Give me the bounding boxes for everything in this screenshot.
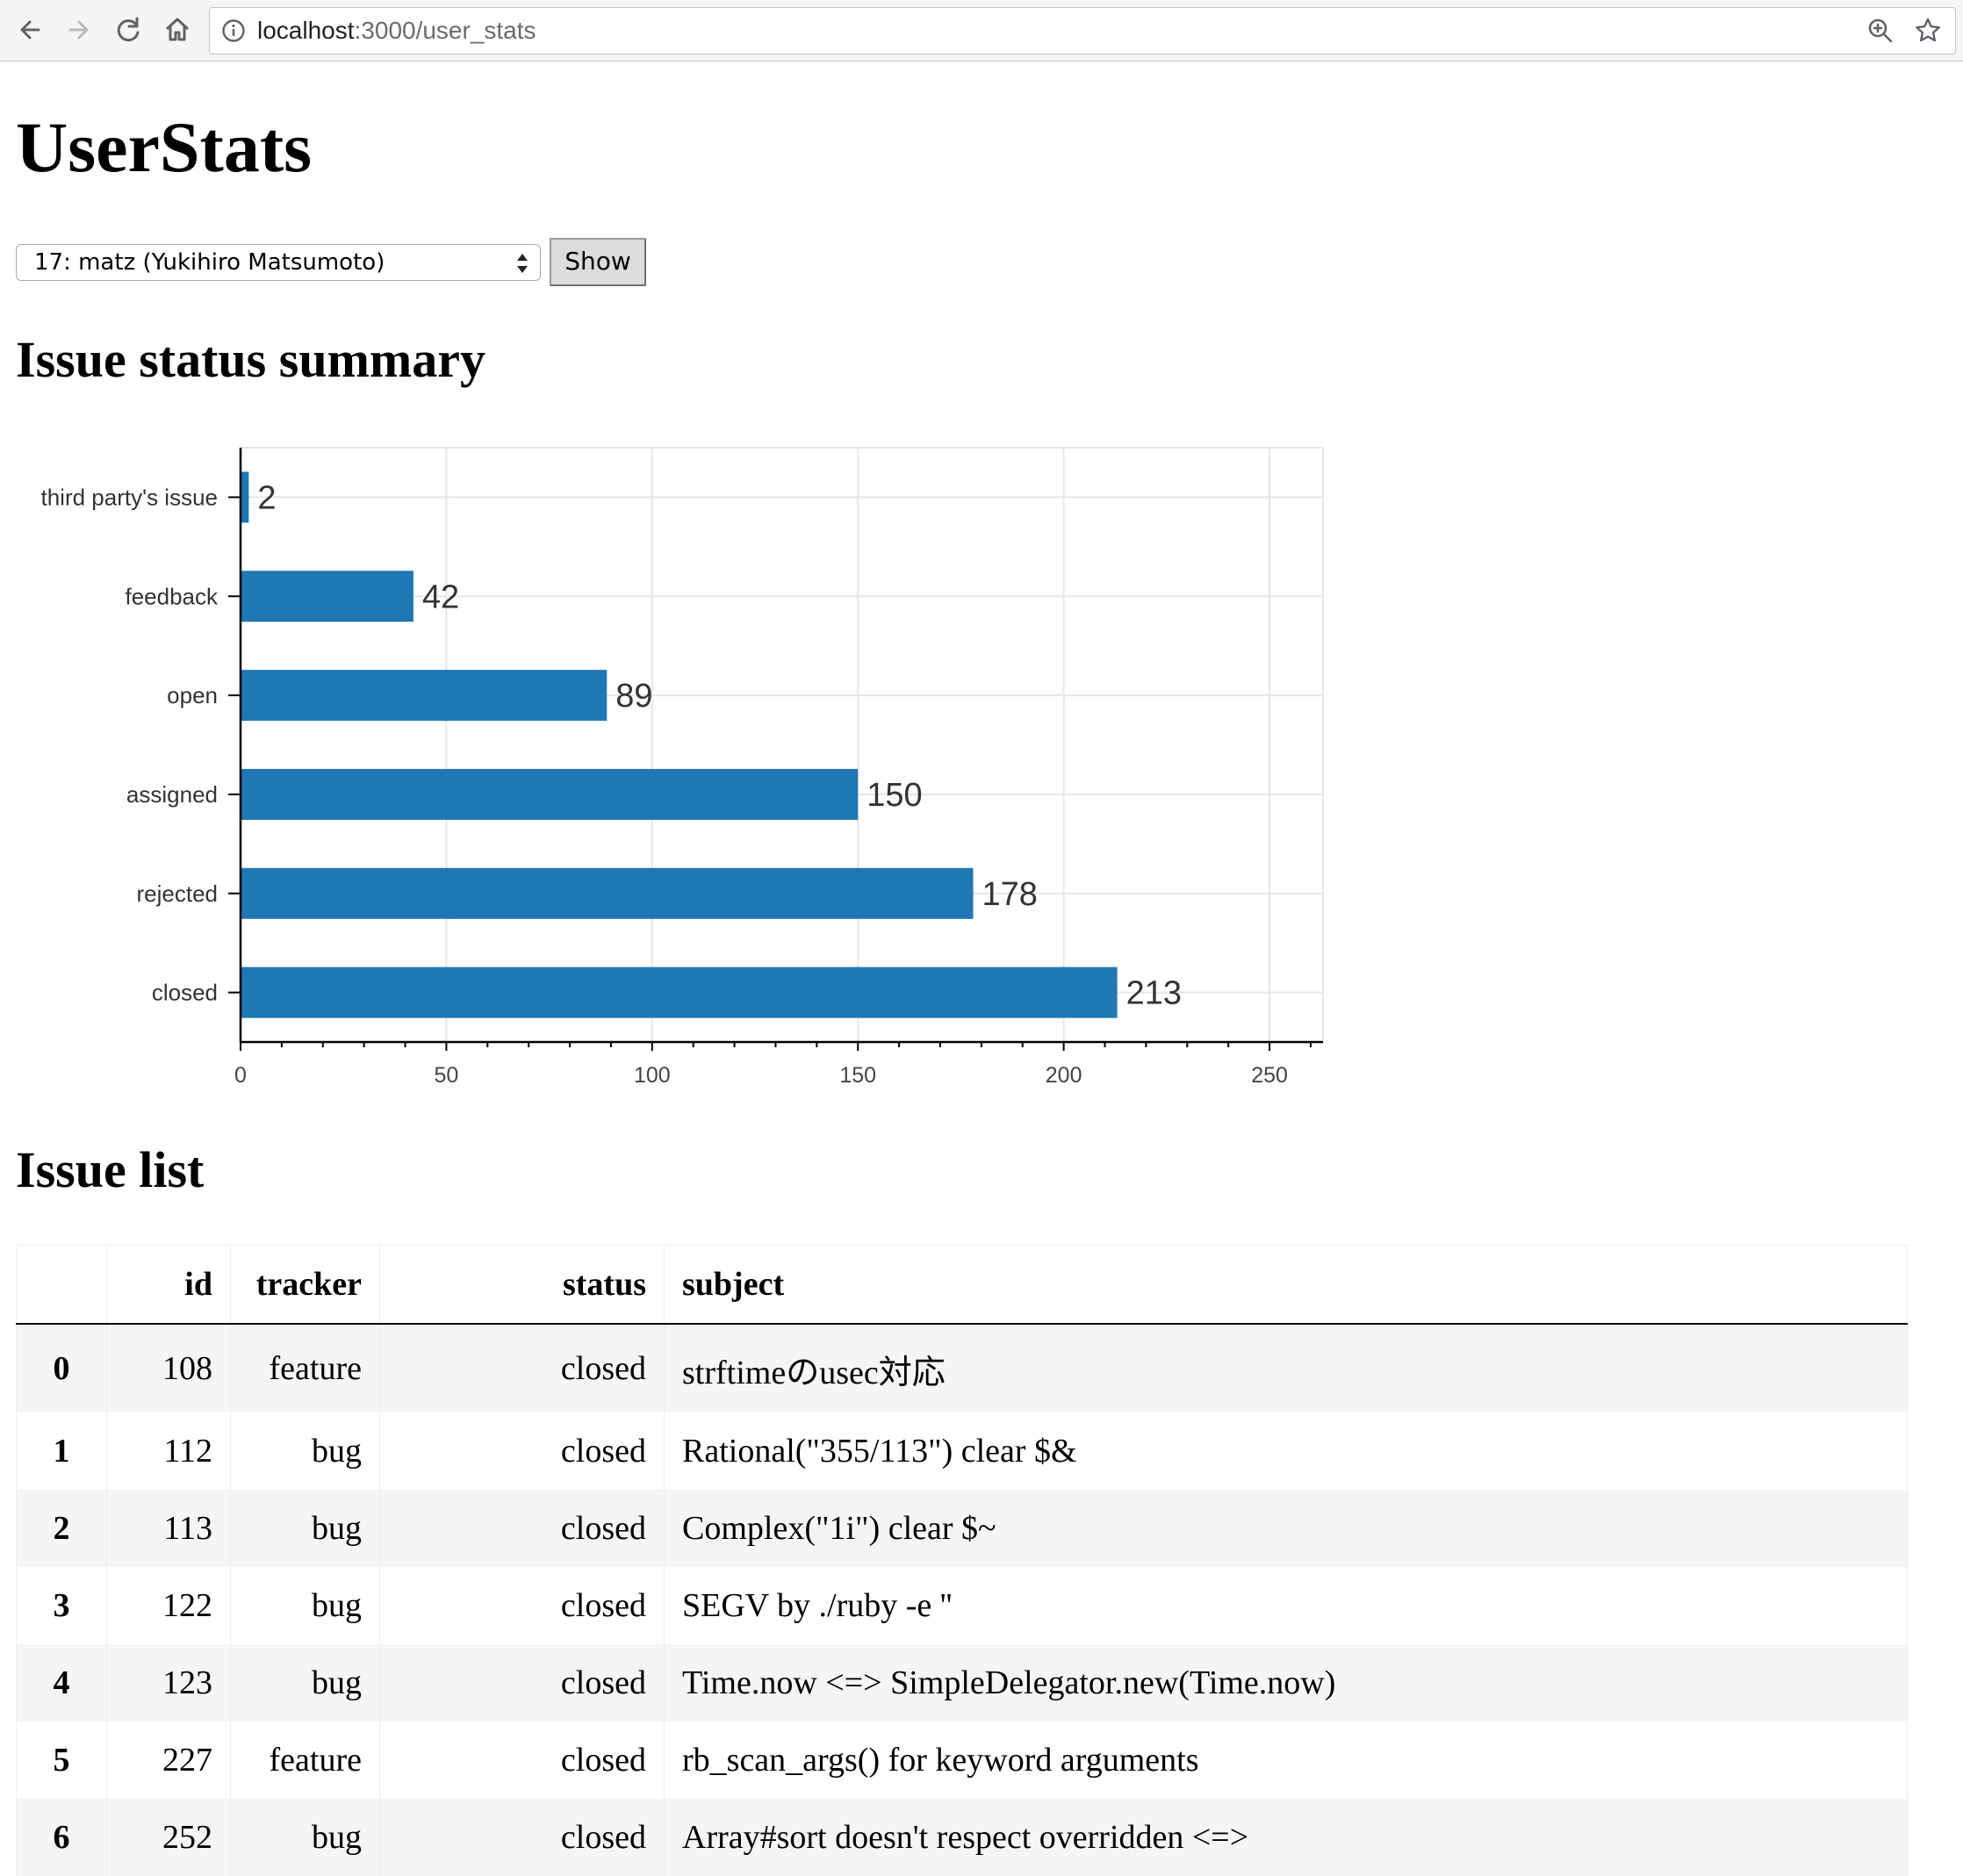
address-bar[interactable]: localhost:3000/user_stats [209, 7, 1956, 54]
reload-icon[interactable] [109, 11, 147, 49]
row-index: 6 [16, 1799, 107, 1876]
cell-status: closed [379, 1567, 665, 1644]
plot-frame [240, 447, 1324, 1043]
url-text[interactable]: localhost:3000/user_stats [257, 17, 536, 45]
bar [241, 670, 608, 722]
table-row: 3 122 bug closed SEGV by ./ruby -e '' [16, 1567, 1908, 1644]
cell-subject: Rational("355/113") clear $& [664, 1412, 1908, 1490]
url-path: :3000/user_stats [354, 17, 536, 44]
cell-subject: SEGV by ./ruby -e '' [664, 1567, 1908, 1644]
x-tick-label: 250 [1251, 1063, 1288, 1088]
bar-value-label: 178 [982, 876, 1038, 913]
cell-id: 113 [106, 1490, 231, 1567]
page-title: UserStats [16, 107, 313, 187]
row-index: 1 [16, 1412, 107, 1490]
cell-tracker: bug [230, 1644, 380, 1721]
cell-tracker: feature [230, 1324, 380, 1412]
table-row: 4 123 bug closed Time.now <=> SimpleDelegato… [16, 1644, 1908, 1721]
info-icon[interactable] [220, 18, 247, 44]
table-row: 1 112 bug closed Rational("355/113") clear $… [16, 1412, 1908, 1490]
x-tick-label: 200 [1046, 1063, 1082, 1088]
y-tick-label: closed [152, 980, 218, 1006]
cell-tracker: feature [230, 1721, 380, 1799]
summary-heading: Issue status summary [16, 331, 485, 388]
cell-id: 112 [106, 1412, 231, 1490]
issue-list-heading: Issue list [16, 1141, 205, 1198]
cell-tracker: bug [230, 1567, 380, 1644]
bar-value-label: 42 [422, 579, 459, 615]
cell-subject: Time.now <=> SimpleDelegator.new(Time.no… [664, 1644, 1908, 1721]
user-select[interactable]: 17: matz (Yukihiro Matsumoto) [16, 244, 541, 281]
cell-tracker: bug [230, 1412, 380, 1490]
row-index: 0 [16, 1324, 107, 1412]
cell-subject: Array#sort doesn't respect overridden <=… [664, 1799, 1908, 1876]
row-index: 2 [16, 1490, 107, 1567]
bar [241, 471, 249, 523]
column-header-tracker: tracker [230, 1245, 380, 1325]
y-tick-label: feedback [125, 583, 219, 609]
url-host: localhost [257, 17, 355, 44]
x-tick-label: 100 [634, 1063, 671, 1088]
issue-table: id tracker status subject 0 108 feature clo… [16, 1245, 1908, 1876]
browser-toolbar: localhost:3000/user_stats [0, 0, 1963, 61]
cell-id: 122 [106, 1567, 231, 1644]
cell-status: closed [379, 1412, 665, 1490]
cell-subject: rb_scan_args() for keyword arguments [664, 1721, 1908, 1799]
bar [241, 571, 413, 622]
bar [241, 768, 859, 820]
cell-subject: Complex("1i") clear $~ [664, 1490, 1908, 1567]
show-button[interactable]: Show [550, 238, 646, 286]
cell-id: 123 [106, 1644, 231, 1721]
table-row: 5 227 feature closed rb_scan_args() for keyw… [16, 1721, 1908, 1799]
cell-status: closed [379, 1324, 665, 1412]
back-icon[interactable] [11, 11, 49, 49]
x-tick-label: 0 [234, 1063, 247, 1088]
cell-status: closed [379, 1490, 665, 1567]
row-index: 3 [16, 1567, 107, 1644]
row-index: 4 [16, 1644, 107, 1721]
cell-tracker: bug [230, 1799, 380, 1876]
y-tick-label: third party's issue [41, 484, 219, 510]
x-tick-label: 50 [435, 1063, 459, 1088]
table-row: 6 252 bug closed Array#sort doesn't respect … [16, 1799, 1908, 1876]
column-header-index [16, 1245, 107, 1325]
status-bar-chart: 0 50 100 150 200 250 third party's issue 2 feedb… [41, 447, 1324, 1088]
cell-status: closed [379, 1721, 665, 1799]
cell-subject: strftimeのusec対応 [664, 1324, 1908, 1412]
bar-value-label: 2 [257, 479, 276, 516]
bar-value-label: 89 [615, 678, 652, 715]
cell-status: closed [379, 1799, 665, 1876]
table-row: 0 108 feature closed strftimeのusec対応 [16, 1324, 1908, 1412]
bar-value-label: 150 [866, 777, 922, 814]
table-header-row: id tracker status subject [16, 1245, 1908, 1325]
cell-tracker: bug [230, 1490, 380, 1567]
column-header-id: id [106, 1245, 231, 1325]
column-header-subject: subject [664, 1245, 1908, 1325]
y-tick-label: assigned [126, 781, 218, 808]
zoom-icon[interactable] [1866, 16, 1895, 46]
bar [241, 867, 974, 919]
chevron-updown-icon [514, 250, 531, 277]
star-icon[interactable] [1913, 16, 1943, 46]
table-row: 2 113 bug closed Complex("1i") clear $~ [16, 1490, 1908, 1567]
cell-id: 252 [106, 1799, 231, 1876]
bar-value-label: 213 [1126, 975, 1182, 1012]
cell-id: 227 [106, 1721, 231, 1799]
home-icon[interactable] [158, 11, 197, 49]
y-tick-label: rejected [137, 880, 219, 907]
cell-id: 108 [106, 1324, 231, 1412]
cell-status: closed [379, 1644, 665, 1721]
user-select-value: 17: matz (Yukihiro Matsumoto) [34, 249, 385, 276]
x-tick-label: 150 [839, 1063, 876, 1088]
bar [241, 967, 1118, 1018]
row-index: 5 [16, 1721, 107, 1799]
forward-icon[interactable] [60, 11, 98, 49]
y-tick-label: open [167, 682, 218, 708]
column-header-status: status [379, 1245, 665, 1325]
